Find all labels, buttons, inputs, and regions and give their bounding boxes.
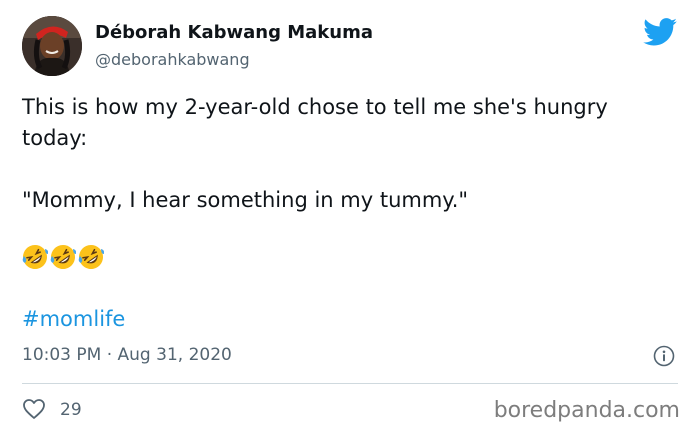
- tweet-text: This is how my 2-year-old chose to tell …: [22, 92, 662, 216]
- tweet-line: This is how my 2-year-old chose to tell …: [22, 95, 608, 150]
- rolling-on-floor-laughing-icon: [22, 245, 48, 269]
- tweet-quote: "Mommy, I hear something in my tummy.": [22, 188, 469, 212]
- tweet-card: Déborah Kabwang Makuma @deborahkabwang T…: [0, 0, 700, 438]
- rolling-on-floor-laughing-icon: [50, 245, 76, 269]
- author-name[interactable]: Déborah Kabwang Makuma: [95, 22, 373, 43]
- divider: [22, 383, 678, 384]
- emoji-row: [22, 244, 106, 272]
- like-count: 29: [60, 400, 82, 420]
- rolling-on-floor-laughing-icon: [78, 245, 104, 269]
- heart-icon[interactable]: [22, 398, 46, 420]
- avatar[interactable]: [22, 16, 82, 76]
- hashtag-link[interactable]: #momlife: [22, 307, 125, 331]
- author-handle[interactable]: @deborahkabwang: [95, 50, 250, 69]
- info-icon[interactable]: [653, 345, 675, 367]
- twitter-bird-icon[interactable]: [643, 18, 677, 46]
- tweet-timestamp[interactable]: 10:03 PM · Aug 31, 2020: [22, 345, 232, 365]
- avatar-image: [22, 16, 82, 76]
- watermark: boredpanda.com: [493, 398, 680, 423]
